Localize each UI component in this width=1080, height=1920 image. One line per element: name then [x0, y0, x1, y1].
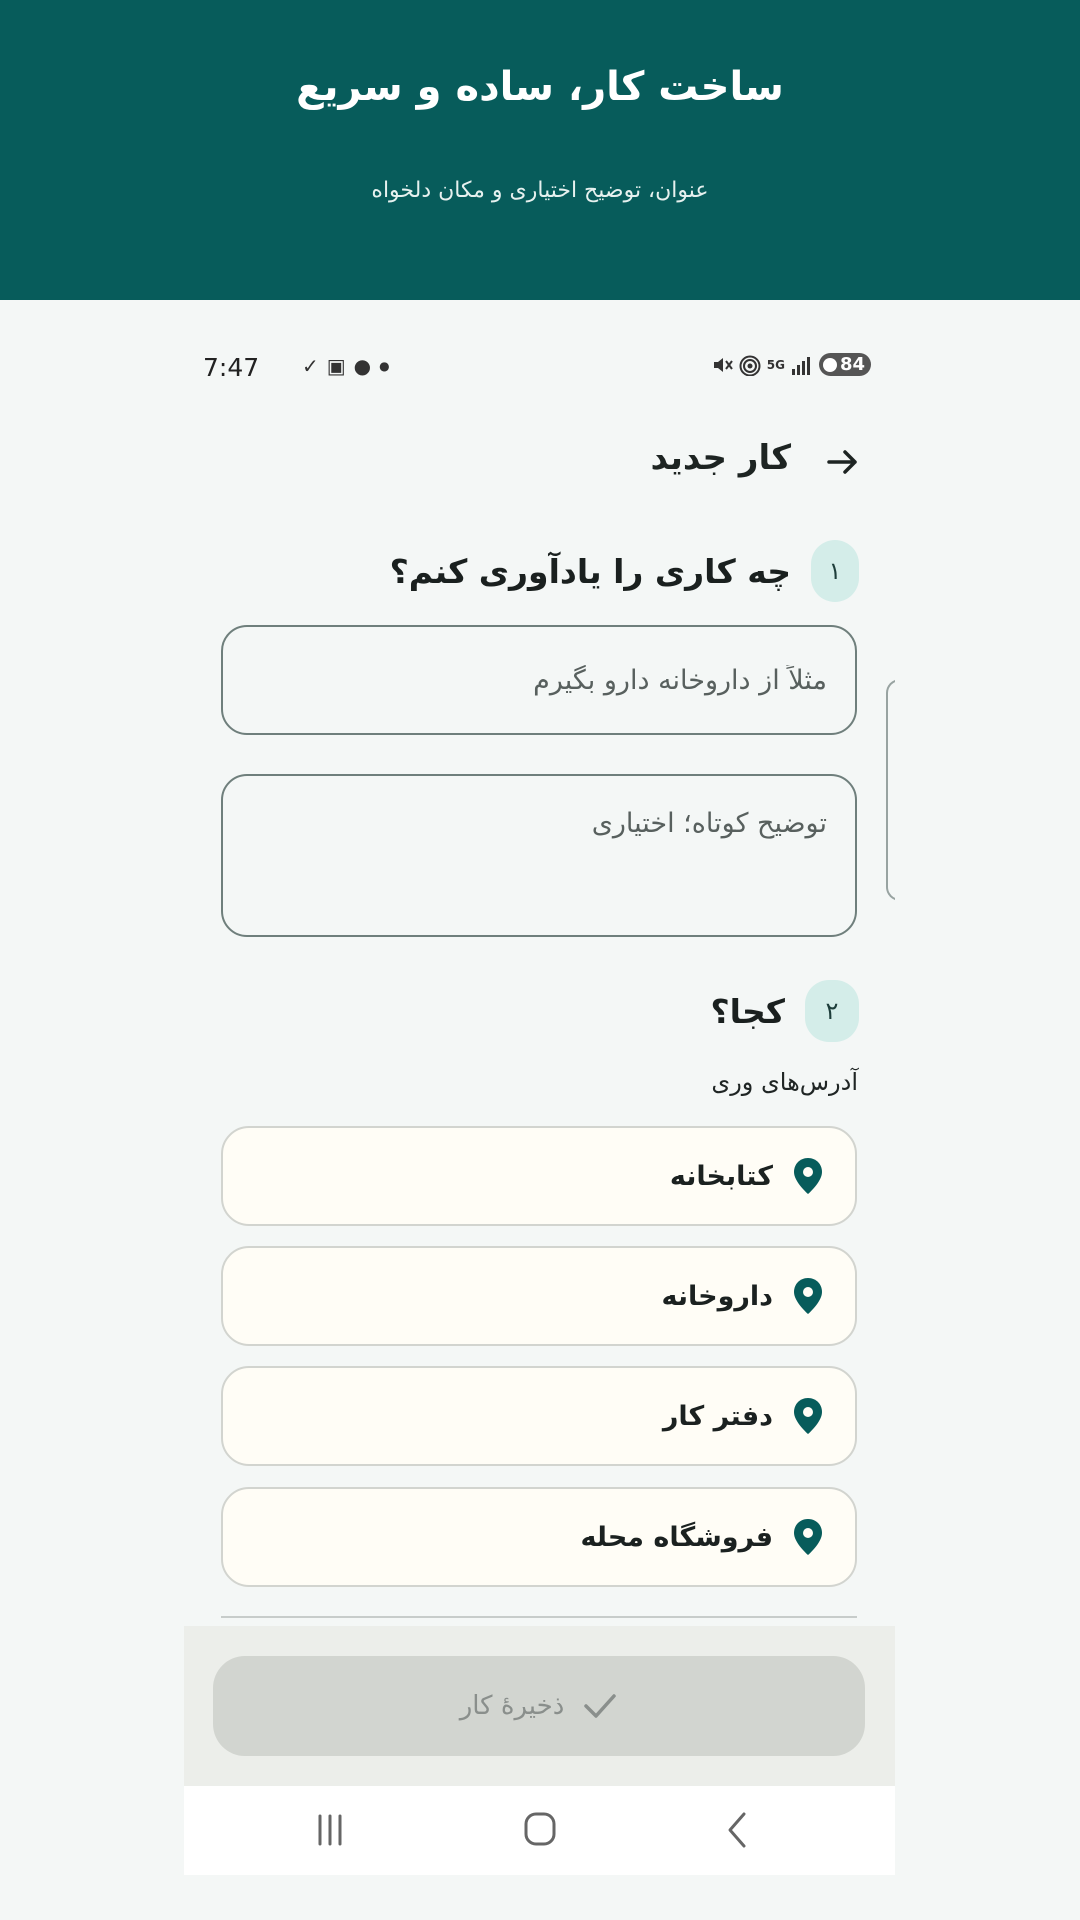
- hero-title: ساخت کار، ساده و سریع: [296, 64, 784, 110]
- page-title: کار جدید: [650, 438, 792, 478]
- task-description-field[interactable]: [221, 774, 857, 937]
- location-option[interactable]: داروخانه: [221, 1246, 857, 1346]
- step2-header: ۲ کجا؟: [710, 980, 859, 1042]
- step1-badge: ۱: [811, 540, 859, 602]
- battery-indicator: 84: [818, 353, 871, 376]
- mute-icon: [713, 357, 733, 372]
- location-pin-icon: [794, 1398, 822, 1434]
- task-description-input[interactable]: [223, 776, 855, 935]
- network-type-icon: 5G: [766, 357, 785, 372]
- device-icon: ▣: [326, 354, 346, 378]
- step2-title: کجا؟: [710, 991, 785, 1031]
- location-option[interactable]: کتابخانه: [221, 1126, 857, 1226]
- location-name: دفتر کار: [662, 1400, 773, 1432]
- saved-addresses-label: آدرس‌های وری: [711, 1068, 858, 1096]
- back-icon[interactable]: [714, 1808, 762, 1852]
- status-time: 7:47: [203, 353, 260, 382]
- system-navigation-bar: [184, 1786, 895, 1875]
- status-bar: 7:47 ✓ ▣ ● ● 5G 84: [184, 338, 895, 398]
- location-pin-icon: [794, 1519, 822, 1555]
- arrow-right-icon[interactable]: [823, 442, 863, 482]
- signal-icon: [791, 356, 810, 375]
- save-button-label: ذخیرهٔ کار: [459, 1691, 565, 1721]
- dot-icon: ●: [379, 359, 390, 373]
- recent-apps-icon[interactable]: [306, 1808, 354, 1852]
- location-name: کتابخانه: [669, 1160, 773, 1192]
- check-icon: [584, 1694, 617, 1718]
- home-icon[interactable]: [516, 1808, 564, 1852]
- battery-shield-icon: [822, 357, 837, 372]
- task-title-input[interactable]: [223, 627, 855, 733]
- location-name: فروشگاه محله: [580, 1521, 773, 1553]
- app-bar: کار جدید: [184, 428, 895, 508]
- bottom-action-panel: ذخیرهٔ کار: [184, 1626, 895, 1786]
- battery-level: 84: [839, 354, 865, 375]
- hero-subtitle: عنوان، توضیح اختیاری و مکان دلخواه: [371, 178, 709, 203]
- step2-badge: ۲: [805, 980, 859, 1042]
- notification-icons: ✓ ▣ ● ●: [302, 354, 390, 378]
- location-option[interactable]: دفتر کار: [221, 1366, 857, 1466]
- location-option[interactable]: فروشگاه محله: [221, 1487, 857, 1587]
- task-title-field[interactable]: [221, 625, 857, 735]
- location-pin-icon: [794, 1278, 822, 1314]
- divider: [221, 1616, 857, 1618]
- location-pin-icon: [794, 1158, 822, 1194]
- step1-header: ۱ چه کاری را یادآوری کنم؟: [390, 540, 859, 602]
- phone-screen: 7:47 ✓ ▣ ● ● 5G 84 کار جدید ۱ چه کاری را…: [184, 338, 895, 1875]
- system-icons: 5G 84: [711, 353, 871, 376]
- chat-icon: ●: [353, 354, 372, 378]
- hero-banner: ساخت کار، ساده و سریع عنوان، توضیح اختیا…: [0, 0, 1080, 300]
- hotspot-icon: [739, 355, 761, 376]
- location-name: داروخانه: [661, 1280, 773, 1312]
- save-task-button[interactable]: ذخیرهٔ کار: [213, 1656, 865, 1756]
- side-edge-handle[interactable]: [886, 679, 895, 901]
- step1-title: چه کاری را یادآوری کنم؟: [389, 551, 791, 591]
- check-mark-icon: ✓: [302, 354, 319, 378]
